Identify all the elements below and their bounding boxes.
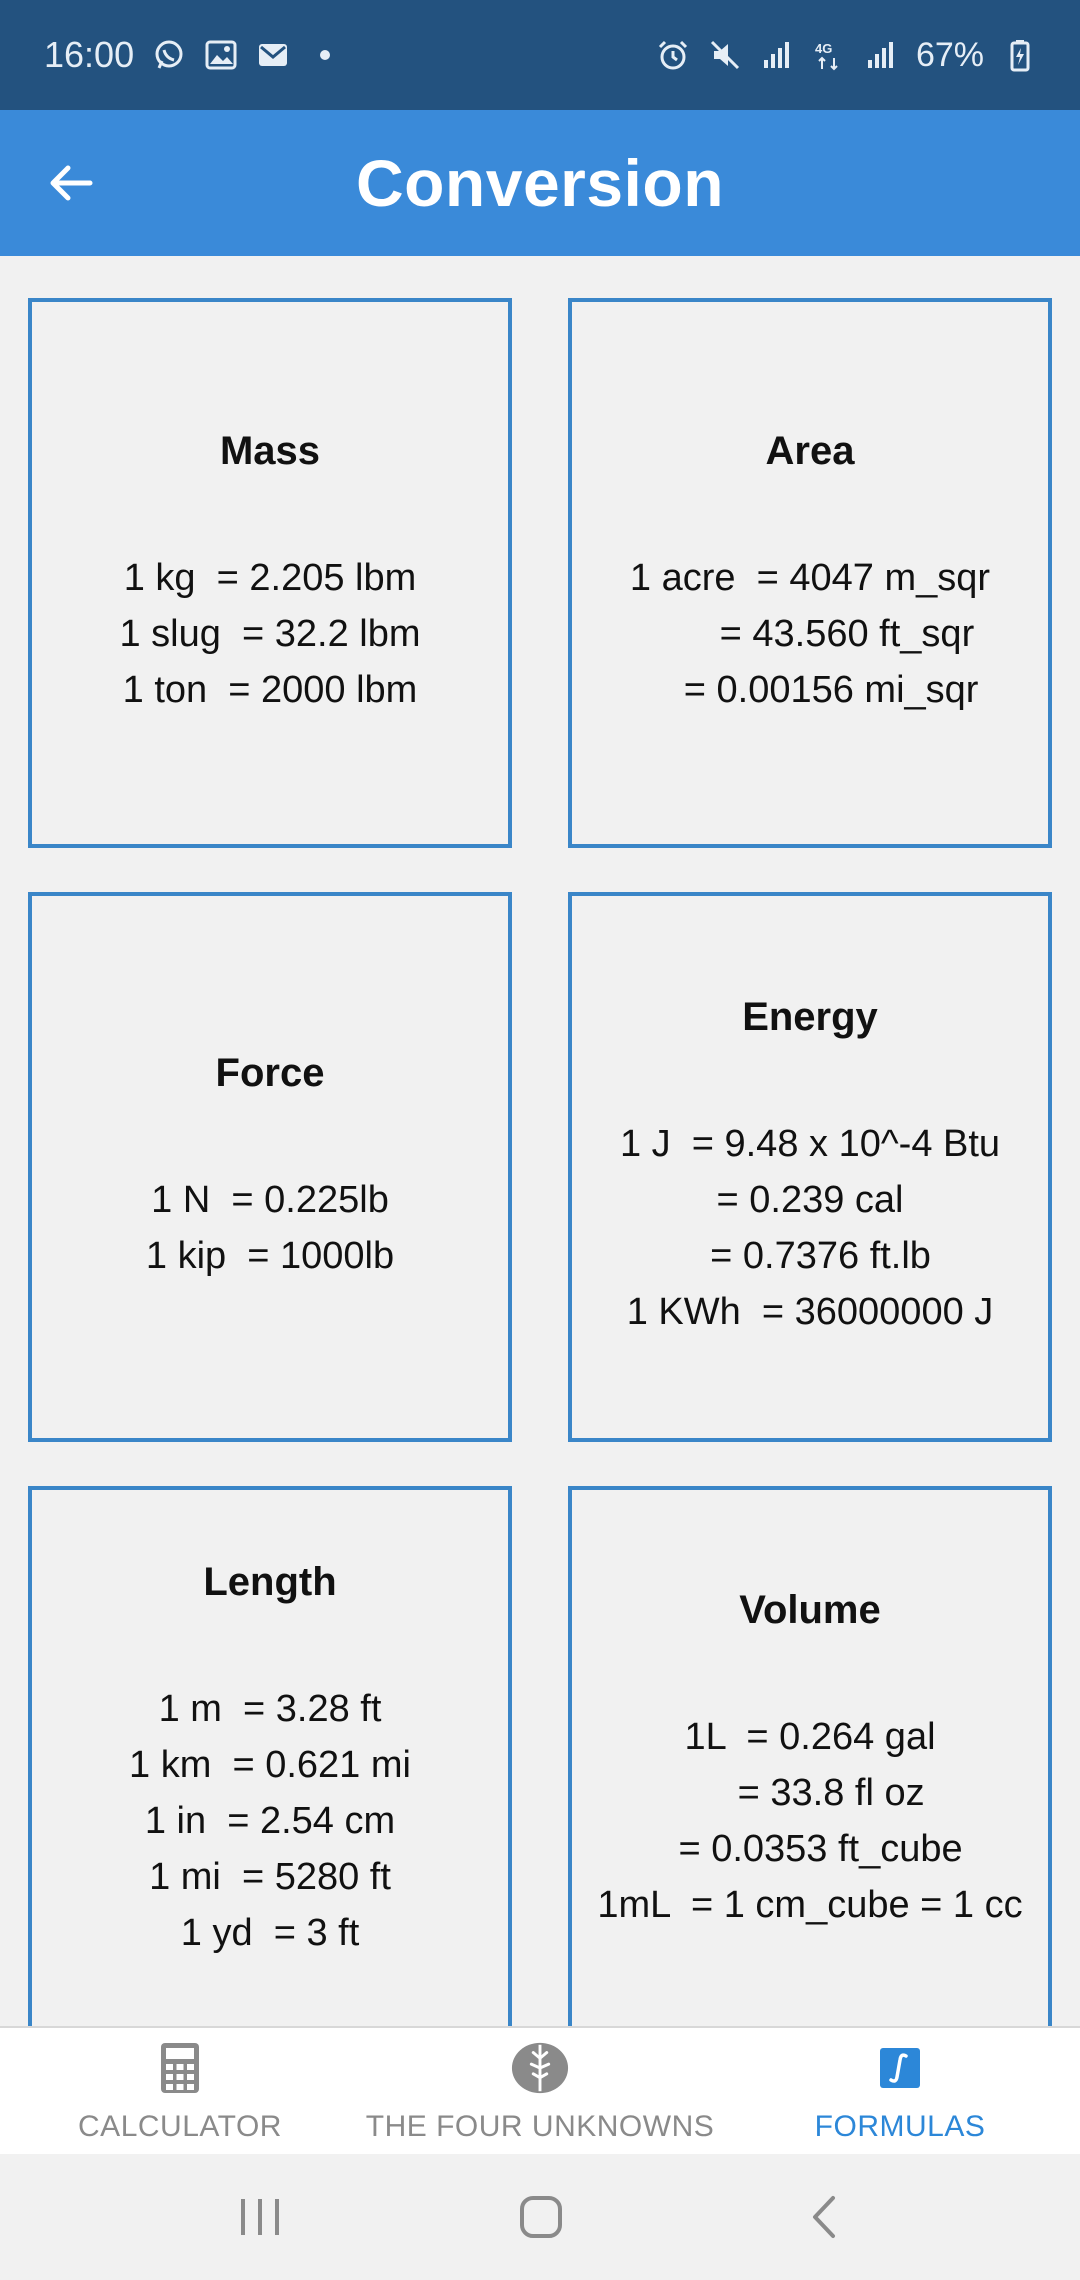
conversion-grid: Mass 1 kg = 2.205 lbm 1 slug = 32.2 lbm … xyxy=(0,256,1080,2026)
card-line: 1 kip = 1000lb xyxy=(145,1234,395,1277)
card-lines: 1 kg = 2.205 lbm 1 slug = 32.2 lbm 1 ton… xyxy=(119,550,420,718)
card-line: 1 N = 0.225lb xyxy=(151,1178,389,1221)
card-title: Area xyxy=(765,428,855,473)
status-time: 16:00 xyxy=(44,34,135,75)
card-line: 1 km = 0.621 mi xyxy=(129,1744,411,1786)
notification-dot xyxy=(320,50,331,60)
status-right: 4G 67% xyxy=(656,36,1036,75)
signal-icon xyxy=(864,38,898,72)
integral-icon xyxy=(870,2038,930,2098)
nav-formulas[interactable]: FORMULAS xyxy=(760,2028,1040,2156)
alarm-icon xyxy=(656,38,690,72)
card-lines: 1 N = 0.225lb 1 kip = 1000lb xyxy=(146,1172,394,1284)
home-button[interactable] xyxy=(506,2184,576,2250)
card-force: Force 1 N = 0.225lb 1 kip = 1000lb xyxy=(28,892,512,1442)
bottom-navigation: CALCULATOR THE FOUR UNKNOWNS FORMULAS xyxy=(0,2026,1080,2154)
card-volume: Volume 1L = 0.264 gal = 33.8 fl oz = 0.0… xyxy=(568,1486,1052,2026)
card-line: = 0.7376 ft.lb xyxy=(689,1234,931,1277)
card-line: 1 acre = 4047 m_sqr xyxy=(629,556,991,599)
card-line: 1mL = 1 cm_cube = 1 cc xyxy=(597,1884,1023,1926)
card-line: 1 mi = 5280 ft xyxy=(149,1856,391,1898)
brain-icon xyxy=(510,2038,570,2098)
battery-charging-icon xyxy=(1002,38,1036,72)
card-lines: 1 acre = 4047 m_sqr = 43.560 ft_sqr = 0.… xyxy=(630,550,990,718)
card-line: 1 in = 2.54 cm xyxy=(144,1800,396,1842)
mute-icon xyxy=(708,38,742,72)
home-icon xyxy=(520,2196,562,2238)
calculator-icon xyxy=(150,2038,210,2098)
card-line: 1 kg = 2.205 lbm xyxy=(123,556,417,599)
back-nav-button[interactable] xyxy=(790,2184,860,2250)
whatsapp-icon xyxy=(152,38,186,72)
card-title: Mass xyxy=(219,428,321,473)
card-title: Energy xyxy=(742,994,878,1039)
card-line: = 0.0353 ft_cube xyxy=(657,1828,963,1870)
card-length: Length 1 m = 3.28 ft 1 km = 0.621 mi 1 i… xyxy=(28,1486,512,2026)
card-lines: 1L = 0.264 gal = 33.8 fl oz = 0.0353 ft_… xyxy=(597,1709,1022,1933)
back-icon xyxy=(813,2196,835,2238)
card-lines: 1 J = 9.48 x 10^-4 Btu = 0.239 cal = 0.7… xyxy=(620,1116,1000,1340)
recents-button[interactable] xyxy=(225,2184,295,2250)
mail-icon xyxy=(256,38,290,72)
card-line: 1 J = 9.48 x 10^-4 Btu xyxy=(619,1122,1001,1165)
card-line: 1 m = 3.28 ft xyxy=(158,1688,382,1730)
card-title: Force xyxy=(215,1050,325,1095)
card-title: Volume xyxy=(739,1588,881,1632)
card-line: = 0.00156 mi_sqr xyxy=(641,668,979,711)
nav-label: CALCULATOR xyxy=(78,2110,282,2143)
app-bar: Conversion xyxy=(0,110,1080,256)
system-nav-bar xyxy=(0,2154,1080,2280)
battery-percent: 67% xyxy=(915,35,984,74)
gallery-icon xyxy=(204,38,238,72)
card-line: 1 slug = 32.2 lbm xyxy=(119,612,421,655)
arrow-left-icon xyxy=(50,165,93,201)
4g-icon: 4G xyxy=(812,38,846,72)
status-bar: 16:00 4G 67% xyxy=(0,0,1080,110)
nav-label: THE FOUR UNKNOWNS xyxy=(365,2110,715,2143)
nav-four-unknowns[interactable]: THE FOUR UNKNOWNS xyxy=(350,2028,730,2156)
svg-text:4G: 4G xyxy=(815,41,832,56)
page-title: Conversion xyxy=(355,146,725,220)
card-line: 1L = 0.264 gal xyxy=(684,1716,936,1758)
card-lines: 1 m = 3.28 ft 1 km = 0.621 mi 1 in = 2.5… xyxy=(129,1681,411,1961)
signal-icon xyxy=(760,38,794,72)
card-line: = 33.8 fl oz xyxy=(695,1772,925,1814)
card-line: 1 ton = 2000 lbm xyxy=(122,668,418,711)
screen: 16:00 4G 67% Conversion Mass 1 kg = 2.20… xyxy=(0,0,1080,2280)
card-mass: Mass 1 kg = 2.205 lbm 1 slug = 32.2 lbm … xyxy=(28,298,512,848)
card-line: 1 KWh = 36000000 J xyxy=(626,1290,994,1333)
back-button[interactable] xyxy=(38,150,104,216)
card-energy: Energy 1 J = 9.48 x 10^-4 Btu = 0.239 ca… xyxy=(568,892,1052,1442)
nav-calculator[interactable]: CALCULATOR xyxy=(40,2028,320,2156)
status-left: 16:00 xyxy=(44,34,331,76)
card-line: = 0.239 cal xyxy=(716,1178,904,1221)
nav-label: FORMULAS xyxy=(814,2110,986,2143)
card-line: = 43.560 ft_sqr xyxy=(645,612,975,655)
card-line: 1 yd = 3 ft xyxy=(180,1912,360,1954)
card-area: Area 1 acre = 4047 m_sqr = 43.560 ft_sqr… xyxy=(568,298,1052,848)
card-title: Length xyxy=(203,1560,337,1604)
recents-icon xyxy=(241,2199,279,2235)
